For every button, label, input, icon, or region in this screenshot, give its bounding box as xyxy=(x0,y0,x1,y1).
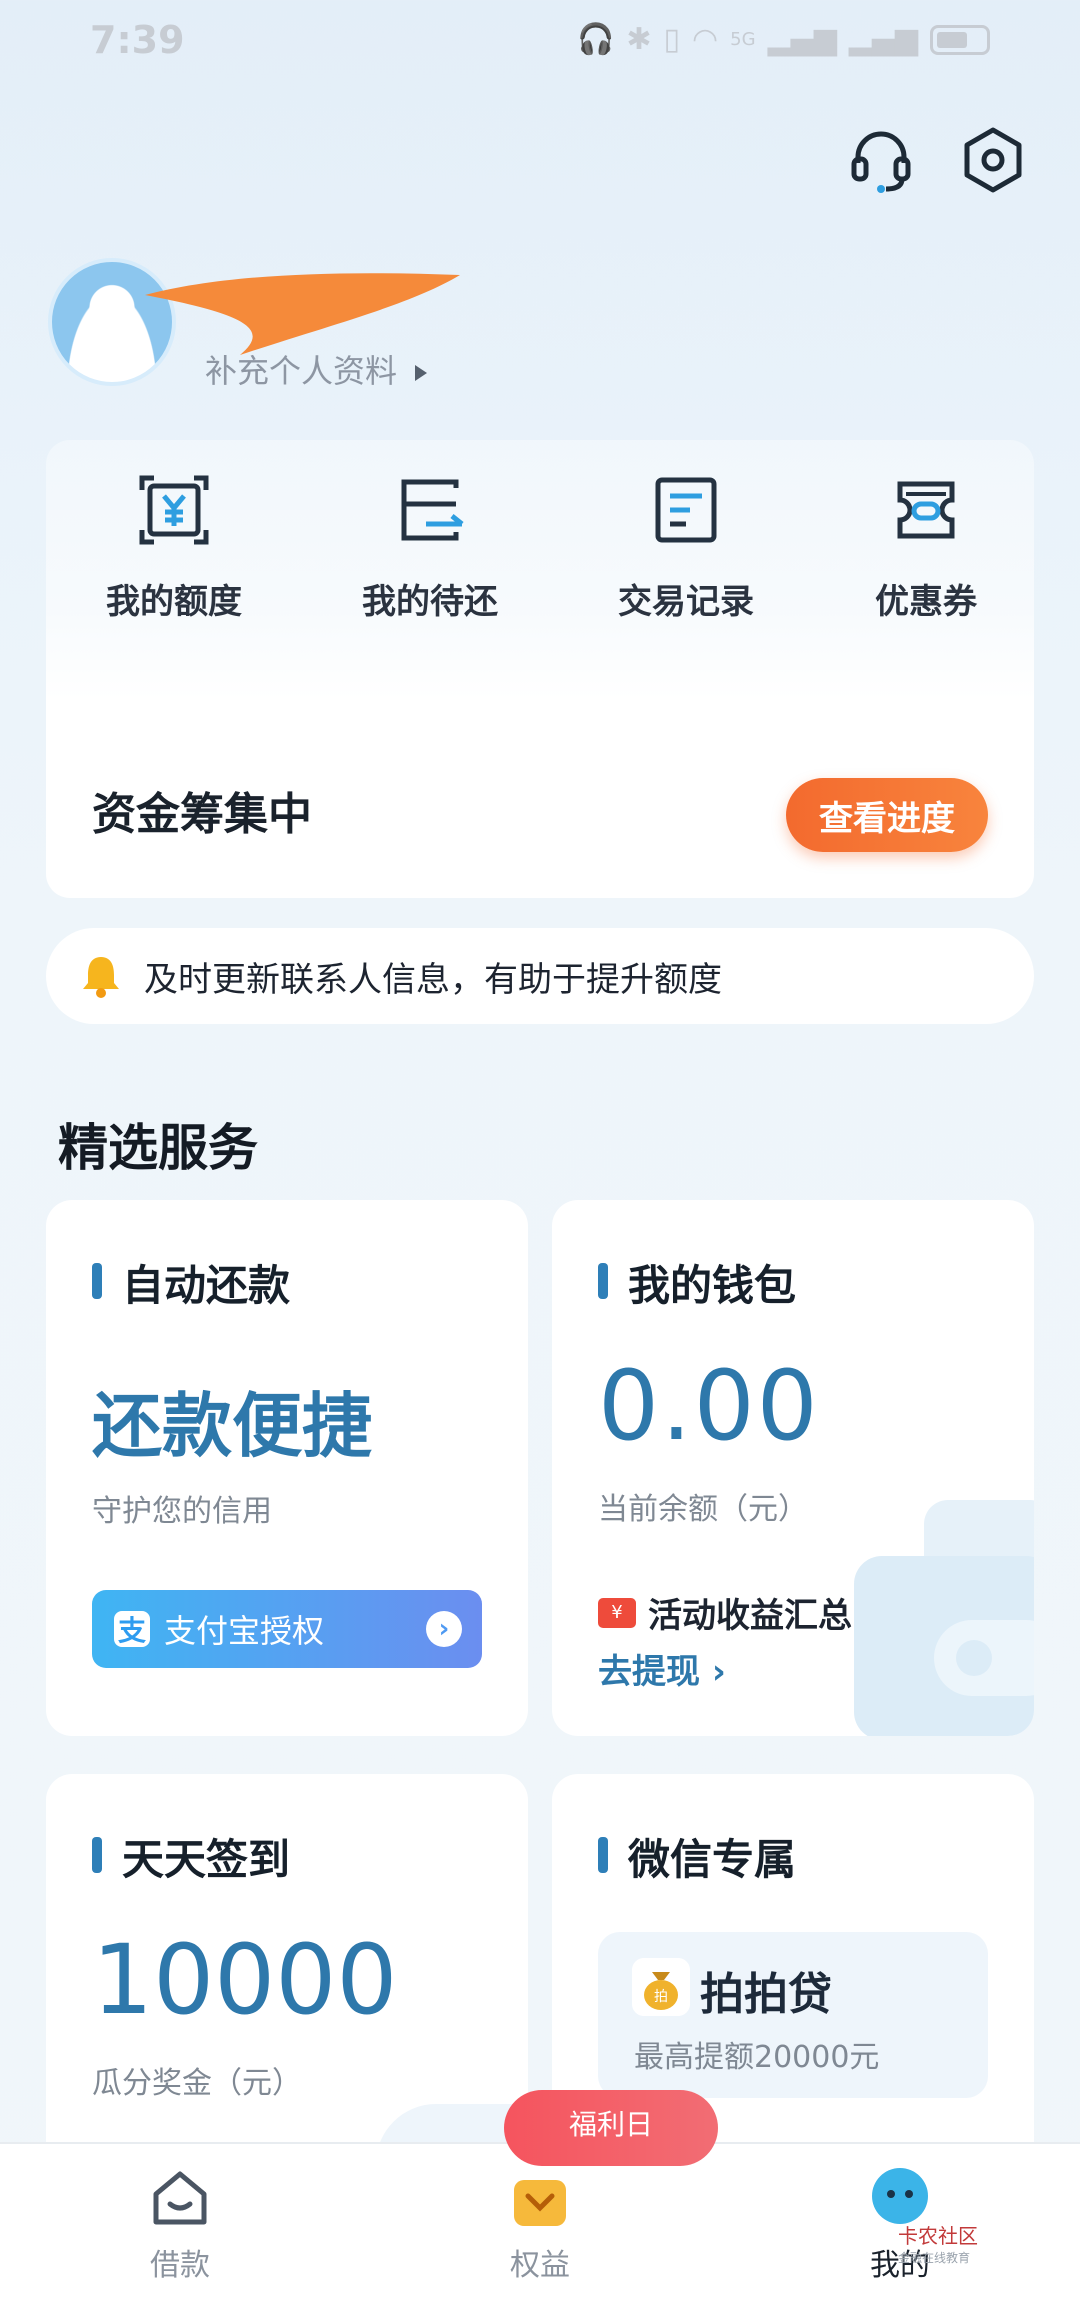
title-accent-bar xyxy=(598,1837,608,1873)
signal-icon-2: ▂▄▆ xyxy=(848,22,918,57)
title-accent-bar xyxy=(598,1263,608,1299)
title-accent-bar xyxy=(92,1263,102,1299)
notice-text: 及时更新联系人信息，有助于提升额度 xyxy=(144,959,722,1000)
nav-label: 借款 xyxy=(150,2248,210,2283)
auto-repay-headline: 还款便捷 xyxy=(92,1385,372,1467)
activity-earnings-label: 活动收益汇总 xyxy=(648,1596,852,1636)
network-type: 5G xyxy=(730,29,756,50)
card-title: 微信专属 xyxy=(628,1835,797,1884)
funding-status: 资金筹集中 xyxy=(92,789,312,840)
section-title: 精选服务 xyxy=(58,1119,258,1177)
wallet-balance: 0.00 xyxy=(598,1350,820,1462)
card-title: 自动还款 xyxy=(122,1261,291,1310)
vibrate-icon: ▯ xyxy=(663,22,680,57)
auto-repay-subtitle: 守护您的信用 xyxy=(92,1494,272,1529)
watermark-title: 卡农社区 xyxy=(898,2224,978,2248)
headphone-status-icon: 🎧 xyxy=(576,22,615,57)
settings-icon[interactable] xyxy=(958,125,1028,195)
receipt-icon xyxy=(655,477,717,543)
quick-item-coupons[interactable]: 优惠券 xyxy=(826,470,1026,650)
brand-name: 拍拍贷 xyxy=(700,1969,832,2020)
nav-label: 权益 xyxy=(510,2248,570,2283)
quick-item-label: 我的额度 xyxy=(106,582,242,622)
bluetooth-icon: ✱ xyxy=(626,22,652,57)
watermark-sub: 金融在线教育 xyxy=(898,2251,971,2265)
notice-banner[interactable]: 及时更新联系人信息，有助于提升额度 xyxy=(46,928,1034,1024)
battery-icon xyxy=(930,24,990,55)
customer-service-icon[interactable] xyxy=(846,125,916,195)
complete-profile-link[interactable]: 补充个人资料 xyxy=(205,346,428,392)
paipaidai-promo[interactable]: 拍 拍拍贷 最高提额20000元 xyxy=(598,1932,988,2098)
checkin-amount-label: 瓜分奖金（元） xyxy=(92,2066,302,2101)
red-envelope-icon: ¥ xyxy=(598,1597,636,1628)
status-icons: 🎧 ✱ ▯ ◠ 5G ▂▄▆ ▂▄▆ xyxy=(577,22,990,57)
arrow-right-icon xyxy=(415,365,428,381)
quick-item-label: 交易记录 xyxy=(618,582,754,622)
checkin-amount: 10000 xyxy=(92,1924,398,2036)
alipay-authorize-button[interactable]: 支 支付宝授权 › xyxy=(92,1590,482,1668)
bell-icon xyxy=(83,957,119,998)
alipay-button-label: 支付宝授权 xyxy=(164,1612,325,1650)
withdraw-link[interactable]: 去提现 › xyxy=(598,1644,726,1693)
svg-text:拍: 拍 xyxy=(654,1989,668,2005)
wifi-icon: ◠ xyxy=(691,22,719,57)
house-icon xyxy=(153,2171,207,2225)
status-bar: 7:39 🎧 ✱ ▯ ◠ 5G ▂▄▆ ▂▄▆ xyxy=(0,0,1080,80)
wallet-illustration-icon xyxy=(854,1500,1034,1736)
chevron-right-icon: › xyxy=(426,1611,462,1647)
alipay-icon: 支 xyxy=(114,1611,150,1647)
brand-subtitle: 最高提额20000元 xyxy=(634,2040,880,2075)
card-arrow-icon xyxy=(401,479,464,541)
complete-profile-label: 补充个人资料 xyxy=(205,352,398,390)
activity-earnings-row[interactable]: ¥ 活动收益汇总 xyxy=(598,1588,852,1637)
quick-item-transactions[interactable]: 交易记录 xyxy=(586,470,786,650)
view-progress-button[interactable]: 查看进度 xyxy=(786,778,988,852)
coupon-icon xyxy=(897,481,955,539)
status-time: 7:39 xyxy=(90,18,185,62)
wallet-card[interactable]: 我的钱包 0.00 当前余额（元） ¥ 活动收益汇总 去提现 › xyxy=(552,1200,1034,1736)
quick-item-credit-limit[interactable]: 我的额度 xyxy=(74,470,274,650)
auto-repay-card[interactable]: 自动还款 还款便捷 守护您的信用 支 支付宝授权 › xyxy=(46,1200,528,1736)
quick-item-label: 我的待还 xyxy=(362,582,498,622)
title-accent-bar xyxy=(92,1837,102,1873)
card-title: 天天签到 xyxy=(122,1835,291,1884)
nav-item-loan[interactable]: 借款 xyxy=(100,2166,260,2284)
gift-icon xyxy=(514,2180,566,2226)
quick-item-label: 优惠券 xyxy=(875,582,977,622)
yuan-frame-icon xyxy=(139,475,209,545)
checkin-card[interactable]: 天天签到 10000 瓜分奖金（元） xyxy=(46,1774,528,2194)
watermark: 卡农社区 金融在线教育 xyxy=(898,2220,978,2266)
wallet-balance-label: 当前余额（元） xyxy=(598,1492,808,1527)
money-bag-icon: 拍 xyxy=(632,1958,690,2016)
card-title: 我的钱包 xyxy=(628,1261,797,1310)
quick-item-pending-repay[interactable]: 我的待还 xyxy=(330,470,530,650)
nav-item-benefits[interactable]: 权益 xyxy=(460,2166,620,2284)
welfare-day-badge[interactable]: 福利日 xyxy=(504,2090,718,2166)
signal-icon: ▂▄▆ xyxy=(767,22,837,57)
